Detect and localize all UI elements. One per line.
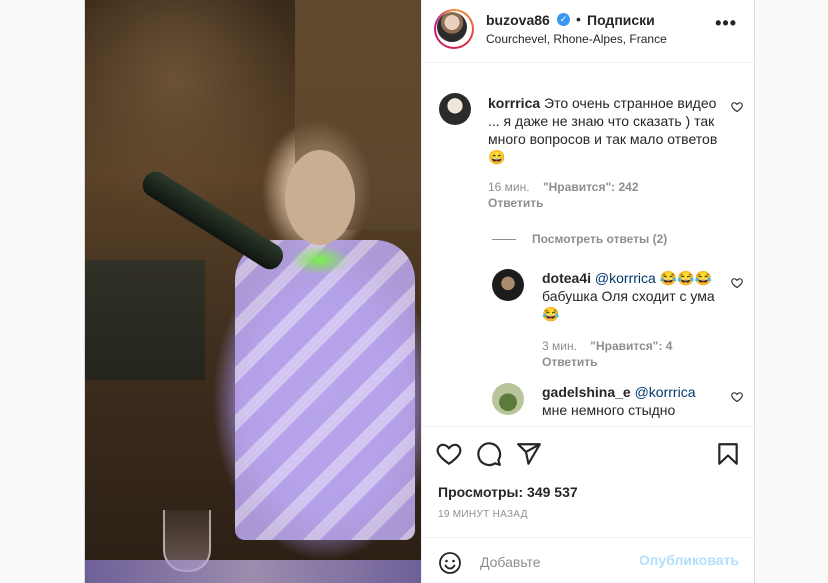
view-replies-button[interactable]: Посмотреть ответы (2) (492, 232, 667, 246)
bookmark-icon[interactable] (715, 441, 741, 467)
verified-badge-icon: ✓ (557, 13, 570, 26)
post-actions: Просмотры: 349 537 19 МИНУТ НАЗАД (422, 426, 755, 536)
comment-username[interactable]: korrrica (488, 95, 540, 111)
reply-time[interactable]: 3 мин. (542, 339, 577, 353)
video-background-window (85, 260, 205, 380)
comment-composer: Опубликовать (422, 537, 755, 583)
comment-like-heart-icon[interactable] (731, 101, 743, 113)
share-icon[interactable] (516, 441, 542, 467)
publish-button[interactable]: Опубликовать (639, 552, 739, 568)
reply-username[interactable]: gadelshina_e (542, 384, 631, 400)
reply-meta: 3 мин. "Нравится": 4 (542, 339, 672, 353)
comment-meta: 16 мин. "Нравится": 242 (488, 180, 639, 194)
reply-avatar[interactable] (492, 383, 524, 415)
reply-text: gadelshina_e @korrrica мне немного стыдн… (542, 383, 722, 419)
comment-avatar[interactable] (439, 93, 471, 125)
replies-divider-line (492, 239, 516, 241)
header-separator: • (576, 11, 581, 27)
reply-mention[interactable]: @korrrica (595, 270, 656, 286)
comment-text: korrrica Это очень странное видео ... я … (488, 94, 718, 166)
emoji-icon[interactable] (438, 551, 462, 575)
reply-text: dotea4i @korrrica 😂😂😂бабушка Оля сходит … (542, 269, 722, 323)
reply-reply-button[interactable]: Ответить (542, 355, 597, 369)
more-options-icon[interactable]: ••• (715, 13, 737, 34)
reply-body: мне немного стыдно (542, 402, 676, 418)
comment-likes[interactable]: "Нравится": 242 (543, 180, 639, 194)
reply-username[interactable]: dotea4i (542, 270, 591, 286)
author-avatar[interactable] (434, 9, 474, 49)
following-button[interactable]: Подписки (587, 12, 655, 28)
reply-avatar[interactable] (492, 269, 524, 301)
post-video[interactable] (85, 0, 421, 583)
video-bottle (138, 166, 288, 274)
post-sidebar: buzova86 ✓ • Подписки Courchevel, Rhone-… (421, 0, 755, 583)
comment-icon[interactable] (476, 441, 502, 467)
video-person-cardigan (235, 240, 415, 540)
post-timestamp[interactable]: 19 МИНУТ НАЗАД (438, 509, 528, 520)
reply-like-heart-icon[interactable] (731, 391, 743, 403)
post-header: buzova86 ✓ • Подписки Courchevel, Rhone-… (422, 0, 755, 63)
comment-time[interactable]: 16 мин. (488, 180, 530, 194)
view-count[interactable]: Просмотры: 349 537 (438, 484, 578, 500)
comments-list[interactable]: korrrica Это очень странное видео ... я … (422, 63, 755, 426)
reply-likes[interactable]: "Нравится": 4 (590, 339, 672, 353)
heart-icon[interactable] (436, 441, 462, 467)
video-light-glow (290, 245, 350, 275)
view-replies-label: Посмотреть ответы (2) (532, 232, 668, 246)
reply-button[interactable]: Ответить (488, 196, 543, 210)
post-location[interactable]: Courchevel, Rhone-Alpes, France (486, 32, 667, 46)
reply-like-heart-icon[interactable] (731, 277, 743, 289)
reply-mention[interactable]: @korrrica (635, 384, 696, 400)
post-dialog: buzova86 ✓ • Подписки Courchevel, Rhone-… (84, 0, 755, 583)
author-username[interactable]: buzova86 (486, 12, 550, 28)
video-person-head (285, 150, 355, 245)
video-floor-light (85, 560, 421, 583)
comment-input[interactable] (478, 546, 662, 578)
